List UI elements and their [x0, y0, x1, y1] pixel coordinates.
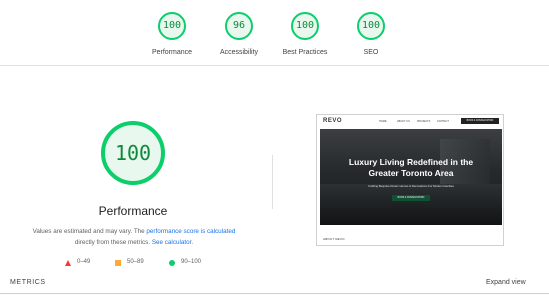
gauge-label: SEO	[363, 49, 379, 56]
preview-hero-title: Luxury Living Redefined in the Greater T…	[348, 157, 474, 178]
performance-score-link[interactable]: performance score is calculated	[146, 228, 235, 235]
preview-nav-link: PROJECTS	[417, 120, 431, 123]
expand-view-toggle[interactable]: Expand view	[486, 279, 526, 286]
preview-hero-subtitle: Crafting Bespoke Dream Homes & Renovatio…	[368, 184, 454, 188]
gauge-ring: 100	[157, 11, 187, 41]
preview-hero-image: Luxury Living Redefined in the Greater T…	[320, 129, 502, 225]
pass-circle-icon	[169, 260, 175, 266]
metrics-divider	[0, 293, 549, 294]
gauge-ring: 100	[290, 11, 320, 41]
gauge-score: 100	[361, 20, 381, 31]
vertical-divider	[272, 155, 273, 209]
performance-description: Values are estimated and may vary. The p…	[20, 226, 248, 248]
legend-pass-range: 90–100	[181, 259, 202, 265]
legend-average-range: 50–89	[127, 259, 144, 265]
preview-nav-link: HOME	[379, 120, 387, 123]
gauge-ring: 100	[356, 11, 386, 41]
see-calculator-link[interactable]: See calculator	[152, 239, 192, 246]
preview-nav-link: ABOUT US	[397, 120, 410, 123]
preview-section-heading: ABOUT REVO	[323, 237, 345, 241]
gauge-ring: 96	[224, 11, 254, 41]
performance-score: 100	[114, 141, 152, 165]
preview-navbar: REVO HOME ABOUT US PROJECTS CONTACT BOOK…	[317, 115, 503, 129]
legend-fail-range: 0–49	[77, 259, 91, 265]
gauge-score: 100	[162, 20, 182, 31]
average-square-icon	[115, 260, 121, 266]
gauge-seo[interactable]: 100 SEO	[331, 11, 411, 56]
preview-logo: REVO	[323, 118, 343, 124]
page-screenshot-preview[interactable]: REVO HOME ABOUT US PROJECTS CONTACT BOOK…	[316, 114, 504, 246]
score-legend: 0–49 50–89 90–100	[62, 258, 222, 268]
fail-triangle-icon	[65, 260, 71, 266]
metrics-label: METRICS	[10, 279, 46, 286]
desc-text: directly from these metrics.	[74, 239, 152, 246]
desc-text: Values are estimated and may vary. The	[32, 228, 147, 235]
metrics-header: METRICS Expand view	[0, 276, 549, 293]
preview-nav-link: CONTACT	[437, 120, 449, 123]
preview-hero-button: BOOK A CONSULTATION	[392, 195, 430, 201]
preview-nav-cta: BOOK A CONSULTATION	[461, 118, 499, 124]
gauge-score: 96	[232, 20, 246, 31]
category-gauges-row: 100 Performance 96 Accessibility 100 Bes…	[0, 0, 549, 66]
performance-main-gauge: 100	[100, 120, 166, 186]
gauge-score: 100	[295, 20, 315, 31]
performance-title: Performance	[98, 204, 168, 218]
desc-text: .	[191, 239, 194, 246]
